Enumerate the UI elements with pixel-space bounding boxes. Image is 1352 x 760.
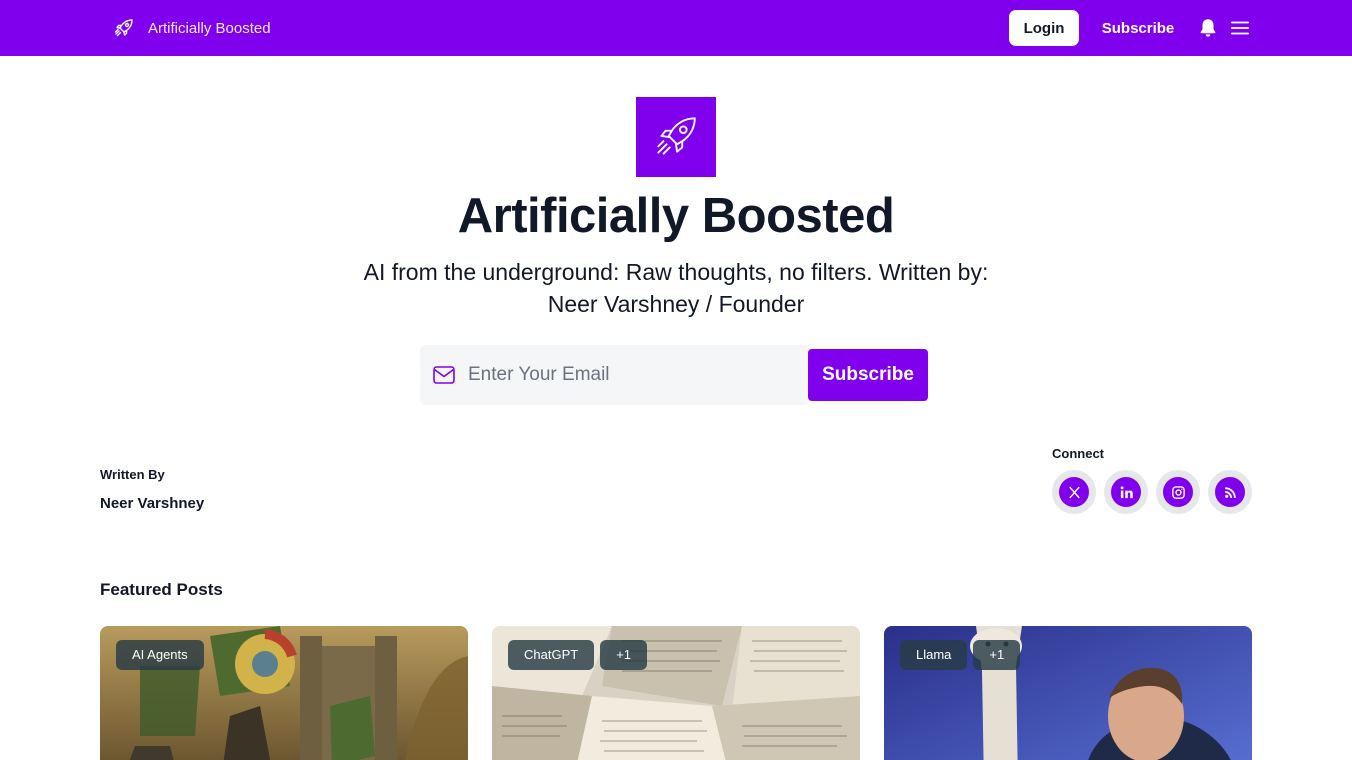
brand-name: Artificially Boosted [148,19,271,37]
x-icon [1068,486,1080,498]
author-name: Neer Varshney [100,495,205,512]
connect-label: Connect [1052,446,1104,461]
rocket-icon [114,19,133,37]
featured-post-card-3[interactable]: Llama +1 [884,626,1252,760]
bell-icon[interactable] [1197,17,1219,39]
rss-icon [1224,486,1236,498]
post-tag[interactable]: ChatGPT [508,640,595,670]
linkedin-icon [1120,485,1133,498]
post-tags: Llama +1 [900,640,1021,670]
written-by-label: Written By [100,467,165,482]
top-nav-bar: Artificially Boosted Login Subscribe [0,0,1352,56]
x-link[interactable] [1052,470,1096,514]
post-tags: AI Agents [116,640,204,670]
publication-logo [636,97,716,177]
subscribe-button[interactable]: Subscribe [808,349,928,401]
featured-post-card-2[interactable]: ChatGPT +1 [492,626,860,760]
instagram-icon [1171,485,1185,499]
nav-subscribe-link[interactable]: Subscribe [1098,10,1178,46]
publication-tagline: AI from the underground: Raw thoughts, n… [363,259,989,317]
brand-home-link[interactable]: Artificially Boosted [112,16,271,40]
mail-icon [433,366,455,384]
post-tag[interactable]: AI Agents [116,640,204,670]
email-subscribe-field [420,345,810,405]
featured-post-card-1[interactable]: AI Agents [100,626,468,760]
social-links [1052,470,1252,514]
more-tags-badge[interactable]: +1 [600,640,648,670]
post-tags: ChatGPT +1 [508,640,648,670]
post-tag[interactable]: Llama [900,640,968,670]
linkedin-link[interactable] [1104,470,1148,514]
email-input[interactable] [468,357,798,393]
page-title: Artificially Boosted [457,189,895,243]
more-tags-badge[interactable]: +1 [973,640,1021,670]
instagram-link[interactable] [1156,470,1200,514]
rss-link[interactable] [1208,470,1252,514]
hamburger-menu-icon[interactable] [1229,17,1251,39]
login-button[interactable]: Login [1009,10,1079,46]
rocket-icon [657,117,696,155]
featured-posts-heading: Featured Posts [100,580,223,599]
